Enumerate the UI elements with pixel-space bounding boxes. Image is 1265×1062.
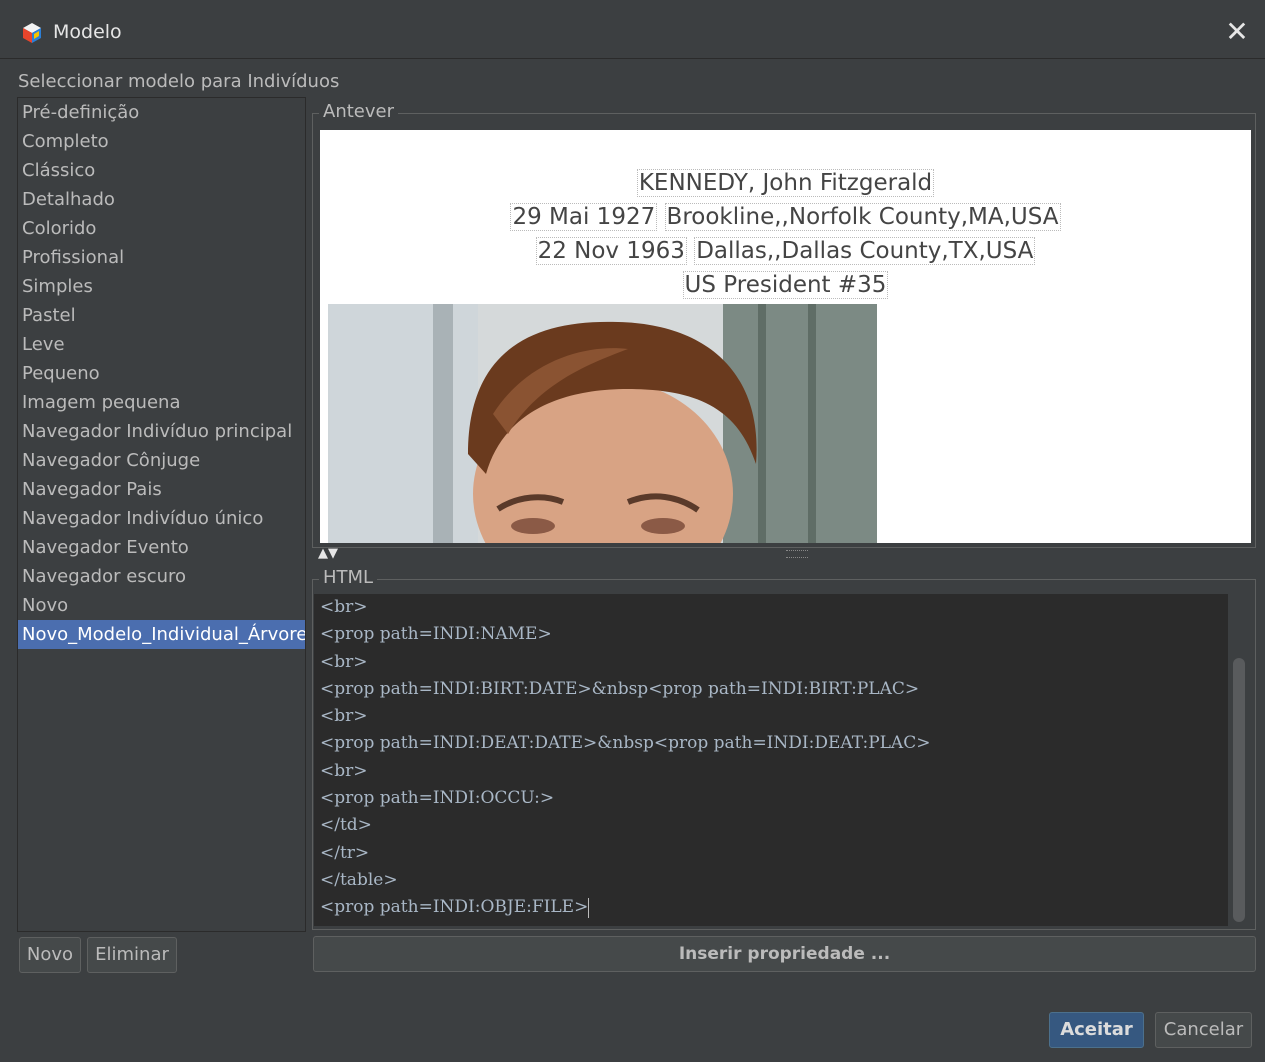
delete-model-button[interactable]: Eliminar: [87, 937, 177, 973]
list-item[interactable]: Pequeno: [18, 359, 305, 388]
list-item[interactable]: Navegador Evento: [18, 533, 305, 562]
preview-text: KENNEDY, John Fitzgerald 29 Mai 1927 Bro…: [320, 166, 1251, 302]
code-line: </tr>: [320, 842, 370, 863]
preview-death-place: Dallas,,Dallas County,TX,USA: [694, 237, 1036, 265]
preview-name: KENNEDY, John Fitzgerald: [636, 169, 935, 197]
model-list[interactable]: Pré-definição Completo Clássico Detalhado Co…: [17, 97, 306, 932]
code-line: <prop path=INDI:OBJE:FILE>: [320, 897, 590, 918]
list-item[interactable]: Completo: [18, 127, 305, 156]
splitter-handle[interactable]: [786, 550, 808, 558]
list-item[interactable]: Navegador Pais: [18, 475, 305, 504]
code-line: <prop path=INDI:DEAT:DATE>&nbsp<prop pat…: [320, 733, 931, 754]
window-title: Modelo: [53, 21, 122, 43]
code-line: </td>: [320, 815, 372, 836]
code-line: <br>: [320, 651, 368, 672]
insert-property-button[interactable]: Inserir propriedade ...: [313, 936, 1256, 972]
close-icon[interactable]: ✕: [1221, 16, 1253, 48]
preview-birth-place: Brookline,,Norfolk County,MA,USA: [664, 203, 1061, 231]
list-item[interactable]: Colorido: [18, 214, 305, 243]
code-line: <prop path=INDI:BIRT:DATE>&nbsp<prop pat…: [320, 678, 920, 699]
list-item[interactable]: Simples: [18, 272, 305, 301]
list-item[interactable]: Pré-definição: [18, 98, 305, 127]
accept-button[interactable]: Aceitar: [1049, 1012, 1144, 1048]
list-item[interactable]: Navegador escuro: [18, 562, 305, 591]
code-line: <prop path=INDI:NAME>: [320, 624, 552, 645]
list-item[interactable]: Profissional: [18, 243, 305, 272]
html-title: HTML: [319, 567, 378, 588]
app-cube-icon: [23, 23, 41, 43]
preview-title: Antever: [319, 101, 398, 122]
new-model-button[interactable]: Novo: [19, 937, 81, 973]
list-item[interactable]: Detalhado: [18, 185, 305, 214]
title-bar: Modelo ✕: [0, 8, 1265, 59]
code-line: <br>: [320, 760, 368, 781]
preview-birth-date: 29 Mai 1927: [510, 203, 658, 231]
code-line: <br>: [320, 706, 368, 727]
list-item[interactable]: Leve: [18, 330, 305, 359]
portrait-image: [328, 304, 877, 543]
preview-death-date: 22 Nov 1963: [535, 237, 687, 265]
html-editor[interactable]: <br> <prop path=INDI:NAME> <br> <prop path=…: [314, 594, 1228, 926]
text-caret: [588, 897, 590, 918]
code-line: <br>: [320, 597, 368, 617]
code-line: </table>: [320, 869, 398, 890]
editor-scroll-thumb[interactable]: [1233, 658, 1245, 922]
list-item[interactable]: Navegador Cônjuge: [18, 446, 305, 475]
cancel-button[interactable]: Cancelar: [1155, 1012, 1252, 1048]
splitter-arrows-icon[interactable]: ▲▼: [318, 547, 338, 561]
list-item[interactable]: Imagem pequena: [18, 388, 305, 417]
list-item[interactable]: Navegador Indivíduo único: [18, 504, 305, 533]
select-model-label: Seleccionar modelo para Indivíduos: [18, 71, 340, 92]
list-item[interactable]: Pastel: [18, 301, 305, 330]
preview-occupation: US President #35: [682, 271, 889, 299]
list-item[interactable]: Novo: [18, 591, 305, 620]
preview-pane: KENNEDY, John Fitzgerald 29 Mai 1927 Bro…: [320, 130, 1251, 543]
list-item[interactable]: Navegador Indivíduo principal: [18, 417, 305, 446]
list-item[interactable]: Novo_Modelo_Individual_Árvore: [18, 620, 305, 649]
list-item[interactable]: Clássico: [18, 156, 305, 185]
code-line: <prop path=INDI:OCCU:>: [320, 788, 555, 809]
